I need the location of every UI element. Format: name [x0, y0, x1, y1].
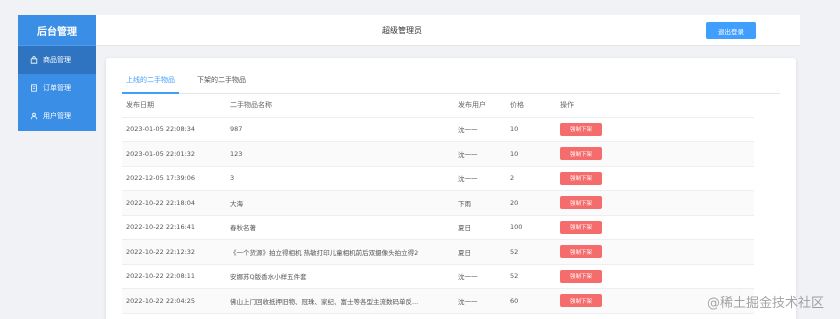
cell-date: 2022-10-22 22:04:25 [122, 288, 226, 314]
cell-price: 20 [506, 190, 556, 216]
cell-date: 2023-01-05 22:01:32 [122, 141, 226, 167]
force-delist-button[interactable]: 强制下架 [560, 294, 602, 308]
cell-name: 佛山上门回收抵押旧物、冠珠、家纪、富士等各型主流数码单反... [226, 288, 454, 314]
cell-user: 沈一一 [454, 264, 506, 289]
table-row: 2022-10-22 22:18:04 大海 下雨 20 强制下架 [122, 190, 754, 216]
cell-action: 强制下架 [556, 166, 754, 191]
watermark: @稀土掘金技术社区 [706, 296, 824, 311]
sidebar-item-label: 用户管理 [43, 112, 71, 120]
items-table: 发布日期 二手物品名称 发布用户 价格 操作 2023-01-05 22:08:… [122, 94, 754, 314]
cell-price: 2 [506, 166, 556, 191]
cell-user: 沈一一 [454, 141, 506, 167]
content-card: 上线的二手物品 下架的二手物品 发布日期 二手物品名称 发布用户 价格 操作 2… [106, 58, 796, 319]
cell-action: 强制下架 [556, 215, 754, 240]
table-row: 2022-10-22 22:04:25 佛山上门回收抵押旧物、冠珠、家纪、富士等… [122, 288, 754, 314]
cell-action: 强制下架 [556, 239, 754, 265]
force-delist-button[interactable]: 强制下架 [560, 147, 602, 161]
force-delist-button[interactable]: 强制下架 [560, 245, 602, 259]
cell-user: 夏日 [454, 215, 506, 240]
cell-name: 3 [226, 166, 454, 191]
sidebar-item-label: 订单管理 [43, 84, 71, 92]
tab-online-items[interactable]: 上线的二手物品 [122, 66, 179, 94]
cell-name: 987 [226, 117, 454, 142]
cell-action: 强制下架 [556, 264, 754, 289]
cell-price: 52 [506, 239, 556, 265]
table-row: 2023-01-05 22:08:34 987 沈一一 10 强制下架 [122, 117, 754, 142]
cell-date: 2023-01-05 22:08:34 [122, 117, 226, 142]
cell-price: 60 [506, 288, 556, 314]
cell-user: 沈一一 [454, 117, 506, 142]
table-header-row: 发布日期 二手物品名称 发布用户 价格 操作 [122, 94, 754, 118]
column-header-name[interactable]: 二手物品名称 [226, 94, 454, 118]
top-header: 超级管理员 退出登录 [96, 15, 800, 46]
table-row: 2022-10-22 22:16:41 春秋名著 夏日 100 强制下架 [122, 215, 754, 240]
column-header-price[interactable]: 价格 [506, 94, 556, 118]
cell-name: 123 [226, 141, 454, 167]
column-header-user[interactable]: 发布用户 [454, 94, 506, 118]
sidebar-item-label: 商品管理 [43, 56, 71, 64]
sidebar-title: 后台管理 [18, 15, 96, 46]
cell-price: 100 [506, 215, 556, 240]
sidebar-item-products[interactable]: 商品管理 [18, 46, 96, 74]
cell-user: 下雨 [454, 190, 506, 216]
cell-name: 安娜苏Q版香水小样五件套 [226, 264, 454, 289]
table-row: 2022-10-22 22:08:11 安娜苏Q版香水小样五件套 沈一一 52 … [122, 264, 754, 289]
cell-name: 大海 [226, 190, 454, 216]
table-row: 2022-12-05 17:39:06 3 沈一一 2 强制下架 [122, 166, 754, 191]
logout-button[interactable]: 退出登录 [706, 22, 756, 39]
cell-user: 夏日 [454, 239, 506, 265]
sidebar: 后台管理 商品管理 订单管理 用户管理 [18, 15, 96, 131]
cell-user: 沈一一 [454, 166, 506, 191]
force-delist-button[interactable]: 强制下架 [560, 220, 602, 234]
document-icon [31, 84, 37, 92]
tab-offline-items[interactable]: 下架的二手物品 [193, 66, 250, 93]
cell-name: 《一个货源》拍立得相机 热敏打印儿童相机前后双摄像头拍立得2 [226, 239, 454, 265]
cell-date: 2022-10-22 22:08:11 [122, 264, 226, 289]
force-delist-button[interactable]: 强制下架 [560, 171, 602, 185]
table-row: 2023-01-05 22:01:32 123 沈一一 10 强制下架 [122, 141, 754, 167]
cell-date: 2022-12-05 17:39:06 [122, 166, 226, 191]
cell-price: 52 [506, 264, 556, 289]
cell-date: 2022-10-22 22:16:41 [122, 215, 226, 240]
cell-date: 2022-10-22 22:18:04 [122, 190, 226, 216]
user-icon [30, 112, 38, 120]
tab-bar: 上线的二手物品 下架的二手物品 [122, 66, 780, 94]
cell-action: 强制下架 [556, 117, 754, 142]
bag-icon [30, 56, 38, 64]
cell-action: 强制下架 [556, 141, 754, 167]
sidebar-item-users[interactable]: 用户管理 [18, 102, 96, 130]
cell-date: 2022-10-22 22:12:32 [122, 239, 226, 265]
force-delist-button[interactable]: 强制下架 [560, 122, 602, 136]
cell-name: 春秋名著 [226, 215, 454, 240]
cell-price: 10 [506, 141, 556, 167]
page-title: 超级管理员 [382, 26, 422, 35]
force-delist-button[interactable]: 强制下架 [560, 196, 602, 210]
sidebar-menu: 商品管理 订单管理 用户管理 [18, 46, 96, 130]
cell-price: 10 [506, 117, 556, 142]
sidebar-item-orders[interactable]: 订单管理 [18, 74, 96, 102]
column-header-action: 操作 [556, 94, 754, 118]
cell-action: 强制下架 [556, 190, 754, 216]
force-delist-button[interactable]: 强制下架 [560, 269, 602, 283]
column-header-date[interactable]: 发布日期 [122, 94, 226, 118]
table-row: 2022-10-22 22:12:32 《一个货源》拍立得相机 热敏打印儿童相机… [122, 239, 754, 265]
cell-user: 沈一一 [454, 288, 506, 314]
